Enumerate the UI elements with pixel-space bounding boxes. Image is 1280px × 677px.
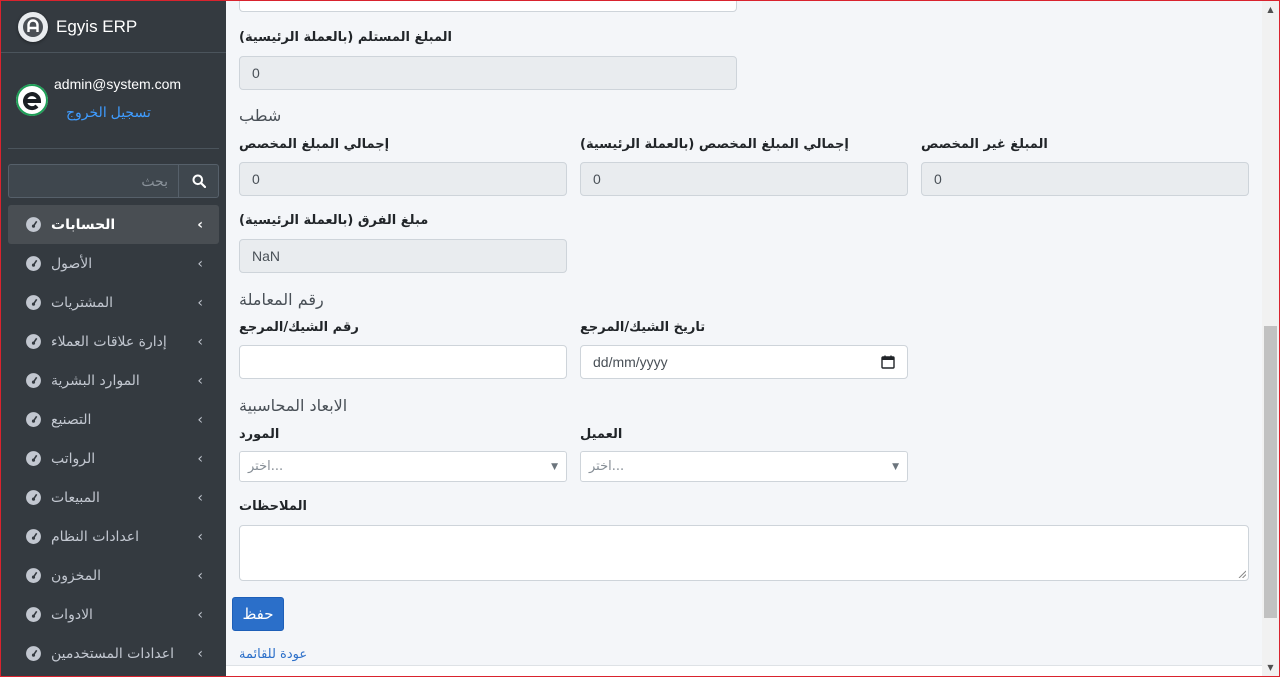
scroll-down-icon[interactable]: ▼ — [1262, 659, 1279, 676]
sidebar-item-inventory[interactable]: المخزون ‹ — [8, 556, 219, 595]
chevron-left-icon: ‹ — [197, 372, 203, 389]
received-amount-field[interactable]: 0 — [239, 56, 737, 90]
previous-field-input[interactable] — [239, 1, 737, 12]
dashboard-icon — [26, 373, 41, 388]
chevron-left-icon: ‹ — [197, 411, 203, 428]
logout-link[interactable]: تسجيل الخروج — [66, 104, 151, 121]
vertical-scrollbar[interactable]: ▲ ▼ — [1262, 1, 1279, 676]
supplier-label: المورد — [239, 427, 280, 442]
sidebar-item-accounts[interactable]: الحسابات ‹ — [8, 205, 219, 244]
sidebar-item-tools[interactable]: الادوات ‹ — [8, 595, 219, 634]
cheque-ref-input[interactable] — [239, 345, 567, 379]
dimensions-section-title: الابعاد المحاسبية — [239, 396, 348, 415]
difference-amount-field[interactable]: NaN — [239, 239, 567, 273]
calendar-icon[interactable] — [881, 355, 895, 369]
sidebar: Egyis ERP admin@system.com تسجيل الخروج … — [1, 1, 226, 676]
notes-textarea[interactable] — [239, 525, 1249, 581]
sidebar-search-input[interactable] — [8, 164, 178, 198]
total-allocated-base-label: إجمالي المبلغ المخصص (بالعملة الرئيسية) — [580, 137, 849, 152]
unallocated-amount-field[interactable]: 0 — [921, 162, 1249, 196]
chevron-left-icon: ‹ — [197, 567, 203, 584]
resize-handle-icon[interactable] — [1238, 570, 1246, 578]
difference-amount-label: مبلغ الفرق (بالعملة الرئيسية) — [239, 213, 429, 228]
brand-name: Egyis ERP — [56, 16, 138, 36]
writeoff-section-title: شطب — [239, 106, 282, 125]
chevron-left-icon: ‹ — [197, 294, 203, 311]
dashboard-icon — [26, 646, 41, 661]
chevron-left-icon: ‹ — [197, 333, 203, 350]
dashboard-icon — [26, 412, 41, 427]
cheque-date-input[interactable]: dd/mm/yyyy — [580, 345, 908, 379]
save-button[interactable]: حفظ — [232, 597, 284, 631]
user-panel: admin@system.com تسجيل الخروج — [8, 53, 219, 149]
sidebar-item-crm[interactable]: إدارة علاقات العملاء ‹ — [8, 322, 219, 361]
search-icon — [192, 174, 206, 188]
footer-strip — [226, 665, 1262, 676]
customer-label: العميل — [580, 427, 623, 442]
date-placeholder: dd/mm/yyyy — [593, 354, 668, 370]
dashboard-icon — [26, 568, 41, 583]
main-content: المبلغ المستلم (بالعملة الرئيسية) 0 شطب … — [226, 1, 1262, 665]
dashboard-icon — [26, 607, 41, 622]
dashboard-icon — [26, 256, 41, 271]
cheque-ref-label: رقم الشيك/المرجع — [239, 320, 359, 335]
user-email: admin@system.com — [54, 76, 182, 92]
scroll-up-icon[interactable]: ▲ — [1262, 1, 1279, 18]
dashboard-icon — [26, 217, 41, 232]
sidebar-menu: الحسابات ‹ الأصول ‹ المشتريات ‹ إدارة عل… — [8, 205, 219, 673]
sidebar-item-user-settings[interactable]: اعدادات المستخدمين ‹ — [8, 634, 219, 673]
chevron-left-icon: ‹ — [197, 606, 203, 623]
chevron-left-icon: ‹ — [197, 489, 203, 506]
unallocated-amount-label: المبلغ غير المخصص — [921, 137, 1048, 152]
brand-logo-icon — [18, 11, 48, 42]
notes-label: الملاحظات — [239, 499, 307, 514]
sidebar-item-assets[interactable]: الأصول ‹ — [8, 244, 219, 283]
chevron-left-icon: ‹ — [197, 216, 203, 233]
chevron-left-icon: ‹ — [197, 528, 203, 545]
chevron-left-icon: ‹ — [197, 450, 203, 467]
supplier-placeholder: اختر... — [248, 459, 284, 474]
transaction-section-title: رقم المعاملة — [239, 290, 324, 309]
sidebar-item-sales[interactable]: المبيعات ‹ — [8, 478, 219, 517]
avatar — [16, 84, 48, 116]
sidebar-search-button[interactable] — [178, 164, 219, 198]
supplier-select[interactable]: اختر... ▼ — [239, 451, 567, 482]
brand[interactable]: Egyis ERP — [1, 1, 226, 53]
total-allocated-label: إجمالي المبلغ المخصص — [239, 137, 390, 152]
dashboard-icon — [26, 334, 41, 349]
total-allocated-base-field[interactable]: 0 — [580, 162, 908, 196]
sidebar-item-system-settings[interactable]: اعدادات النظام ‹ — [8, 517, 219, 556]
chevron-left-icon: ‹ — [197, 645, 203, 662]
sidebar-item-manufacturing[interactable]: التصنيع ‹ — [8, 400, 219, 439]
chevron-left-icon: ‹ — [197, 255, 203, 272]
dashboard-icon — [26, 490, 41, 505]
dashboard-icon — [26, 295, 41, 310]
dropdown-arrow-icon: ▼ — [892, 461, 899, 472]
sidebar-item-hr[interactable]: الموارد البشرية ‹ — [8, 361, 219, 400]
cheque-date-label: تاريخ الشيك/المرجع — [580, 320, 706, 335]
total-allocated-field[interactable]: 0 — [239, 162, 567, 196]
back-to-list-link[interactable]: عودة للقائمة — [239, 647, 307, 662]
dashboard-icon — [26, 451, 41, 466]
customer-select[interactable]: اختر... ▼ — [580, 451, 908, 482]
received-amount-label: المبلغ المستلم (بالعملة الرئيسية) — [239, 30, 453, 45]
sidebar-item-purchases[interactable]: المشتريات ‹ — [8, 283, 219, 322]
sidebar-search — [8, 164, 219, 198]
dropdown-arrow-icon: ▼ — [551, 461, 558, 472]
dashboard-icon — [26, 529, 41, 544]
scrollbar-thumb[interactable] — [1264, 326, 1277, 618]
sidebar-item-payroll[interactable]: الرواتب ‹ — [8, 439, 219, 478]
customer-placeholder: اختر... — [589, 459, 625, 474]
